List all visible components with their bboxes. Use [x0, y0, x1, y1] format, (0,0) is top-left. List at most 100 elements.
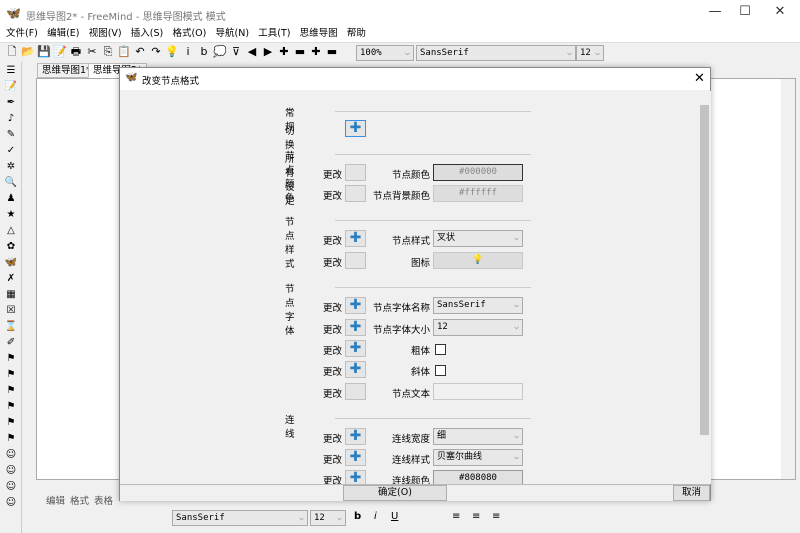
- cloud-icon[interactable]: 💭: [213, 45, 227, 59]
- copy-icon[interactable]: ⎘: [101, 45, 115, 59]
- sidebar-icon-12[interactable]: 🦋: [4, 256, 18, 270]
- align-left-icon[interactable]: ≡: [452, 511, 460, 522]
- sidebar-icon-24[interactable]: ☺: [4, 448, 18, 462]
- close-button[interactable]: ✕: [765, 4, 795, 24]
- note-size-select[interactable]: 12 ⌵: [310, 510, 346, 526]
- change-edge-style-label: 更改: [322, 455, 342, 466]
- sidebar-icon-10[interactable]: △: [4, 224, 18, 238]
- sidebar-icon-21[interactable]: ⚑: [4, 400, 18, 414]
- toggle-all-button[interactable]: ✚: [345, 120, 366, 137]
- cut-icon[interactable]: ✂: [85, 45, 99, 59]
- align-right-icon[interactable]: ≡: [492, 511, 500, 522]
- node-style-select[interactable]: 叉状 ⌵: [433, 230, 523, 247]
- tab-edit[interactable]: 编辑: [46, 493, 65, 507]
- menu-navigate[interactable]: 导航(N): [216, 28, 250, 40]
- add-child-icon[interactable]: ✚: [309, 45, 323, 59]
- sidebar-icon-0[interactable]: ☰: [4, 64, 18, 78]
- canvas-scrollbar[interactable]: [781, 79, 795, 479]
- sidebar-icon-20[interactable]: ⚑: [4, 384, 18, 398]
- bold-icon[interactable]: b: [354, 511, 361, 522]
- sidebar-icon-1[interactable]: 📝: [4, 80, 18, 94]
- scrollbar-thumb[interactable]: [700, 105, 709, 435]
- note-font-select[interactable]: SansSerif ⌵: [172, 510, 308, 526]
- menu-mindmap[interactable]: 思维导图: [300, 28, 338, 40]
- edge-style-select[interactable]: 贝塞尔曲线 ⌵: [433, 449, 523, 466]
- sidebar-icon-15[interactable]: ☒: [4, 304, 18, 318]
- sidebar-icon-16[interactable]: ⌛: [4, 320, 18, 334]
- add-icon[interactable]: ✚: [277, 45, 291, 59]
- cancel-button[interactable]: 取消: [673, 485, 710, 501]
- menu-edit[interactable]: 编辑(E): [47, 28, 79, 40]
- zoom-select[interactable]: 100% ⌵: [356, 45, 414, 61]
- save-icon[interactable]: 💾: [37, 45, 51, 59]
- font-name-select[interactable]: SansSerif ⌵: [433, 297, 523, 314]
- remove-child-icon[interactable]: ▬: [325, 45, 339, 59]
- redo-icon[interactable]: ↷: [149, 45, 163, 59]
- font-size-select[interactable]: 12 ⌵: [433, 319, 523, 336]
- maximize-button[interactable]: ☐: [730, 4, 760, 24]
- open-icon[interactable]: 📂: [21, 45, 35, 59]
- idea-icon[interactable]: 💡: [165, 45, 179, 59]
- italic-checkbox[interactable]: [435, 365, 446, 376]
- ok-button[interactable]: 确定(O): [343, 485, 447, 501]
- sidebar-icon-17[interactable]: ✐: [4, 336, 18, 350]
- menu-format[interactable]: 格式(O): [172, 28, 206, 40]
- menu-tools[interactable]: 工具(T): [258, 28, 290, 40]
- sidebar-icon-5[interactable]: ✓: [4, 144, 18, 158]
- edge-width-select[interactable]: 细 ⌵: [433, 428, 523, 445]
- change-node-color-label: 更改: [322, 170, 342, 181]
- dialog-scrollbar[interactable]: [698, 91, 711, 484]
- sidebar-icon-3[interactable]: ♪: [4, 112, 18, 126]
- remove-icon[interactable]: ▬: [293, 45, 307, 59]
- sidebar-icon-22[interactable]: ⚑: [4, 416, 18, 430]
- bg-color-field: #ffffff: [433, 185, 523, 202]
- bold-checkbox[interactable]: [435, 344, 446, 355]
- sidebar-icon-26[interactable]: ☺: [4, 480, 18, 494]
- sidebar-icon-6[interactable]: ✲: [4, 160, 18, 174]
- italic-icon[interactable]: i: [374, 511, 377, 522]
- sidebar-icon-9[interactable]: ★: [4, 208, 18, 222]
- chevron-down-icon: ⌵: [337, 513, 342, 522]
- underline-icon[interactable]: U: [391, 511, 398, 522]
- sidebar-icon-18[interactable]: ⚑: [4, 352, 18, 366]
- size-select[interactable]: 12 ⌵: [576, 45, 604, 61]
- tab-mindmap-1[interactable]: 思维导图1*: [37, 63, 96, 78]
- filter-icon[interactable]: ⊽: [229, 45, 243, 59]
- bold-label: 粗体: [410, 346, 430, 357]
- menu-insert[interactable]: 插入(S): [131, 28, 163, 40]
- sidebar-icon-14[interactable]: ▦: [4, 288, 18, 302]
- chevron-down-icon: ⌵: [299, 513, 304, 522]
- node-text-field[interactable]: [433, 383, 523, 400]
- forward-icon[interactable]: ▶: [261, 45, 275, 59]
- sidebar-icon-2[interactable]: ✒: [4, 96, 18, 110]
- font-select[interactable]: SansSerif ⌵: [416, 45, 576, 61]
- bold-icon[interactable]: b: [197, 45, 211, 59]
- menu-bar: 文件(F) 编辑(E) 视图(V) 插入(S) 格式(O) 导航(N) 工具(T…: [0, 28, 800, 42]
- tab-format[interactable]: 格式: [70, 493, 89, 507]
- sidebar-icon-27[interactable]: ☺: [4, 496, 18, 510]
- new-icon[interactable]: 🗋: [5, 45, 19, 59]
- sidebar-icon-25[interactable]: ☺: [4, 464, 18, 478]
- sidebar-icon-4[interactable]: ✎: [4, 128, 18, 142]
- print-icon[interactable]: 🖶: [69, 45, 83, 59]
- menu-file[interactable]: 文件(F): [6, 28, 38, 40]
- sidebar-icon-13[interactable]: ✗: [4, 272, 18, 286]
- menu-view[interactable]: 视图(V): [89, 28, 122, 40]
- align-center-icon[interactable]: ≡: [472, 511, 480, 522]
- sidebar-icon-19[interactable]: ⚑: [4, 368, 18, 382]
- paste-icon[interactable]: 📋: [117, 45, 131, 59]
- icon-label: 图标: [410, 258, 430, 269]
- sidebar-icon-7[interactable]: 🔍: [4, 176, 18, 190]
- sidebar-icon-11[interactable]: ✿: [4, 240, 18, 254]
- minimize-button[interactable]: —: [700, 4, 730, 24]
- menu-help[interactable]: 帮助: [347, 28, 366, 40]
- font-size-label: 节点字体大小: [372, 325, 430, 336]
- back-icon[interactable]: ◀: [245, 45, 259, 59]
- undo-icon[interactable]: ↶: [133, 45, 147, 59]
- tab-table[interactable]: 表格: [94, 493, 113, 507]
- sidebar-icon-8[interactable]: ♟: [4, 192, 18, 206]
- save-as-icon[interactable]: 📝: [53, 45, 67, 59]
- dialog-close-button[interactable]: ✕: [694, 71, 705, 86]
- italic-icon[interactable]: i: [181, 45, 195, 59]
- sidebar-icon-23[interactable]: ⚑: [4, 432, 18, 446]
